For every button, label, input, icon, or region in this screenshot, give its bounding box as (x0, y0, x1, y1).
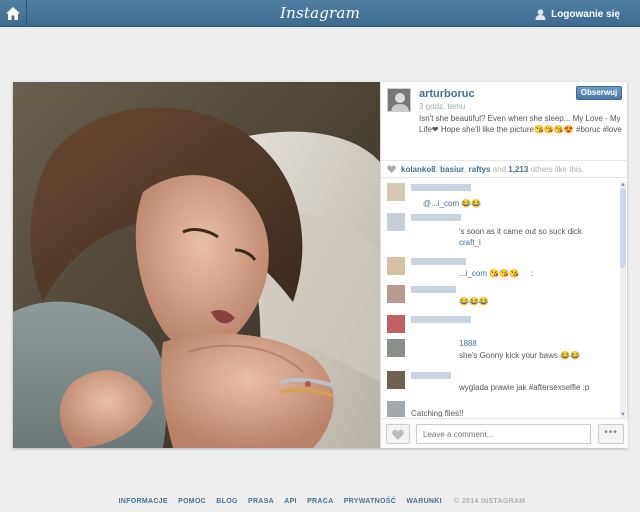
owner-username[interactable]: arturboruc (419, 88, 475, 100)
comment-text: 😂😂😂 (459, 297, 489, 306)
post-photo[interactable] (13, 82, 380, 448)
avatar[interactable] (387, 183, 405, 201)
like-user-3[interactable]: raftys (469, 165, 491, 174)
like-user-2[interactable]: basiur (440, 165, 464, 174)
like-user-1[interactable]: kolanko8 (401, 165, 436, 174)
avatar[interactable] (387, 315, 405, 333)
login-label: Logowanie się (551, 8, 620, 20)
post-timestamp: 3 godz. temu (419, 102, 466, 111)
comment-text[interactable]: ...i_com 😘😘😘 (459, 269, 519, 278)
avatar[interactable] (387, 257, 405, 275)
post-card: arturboruc Obserwuj 3 godz. temu Isn't s… (13, 82, 628, 448)
comments-scrollbar[interactable]: ▲ ▼ (620, 182, 626, 418)
blurred-username (411, 184, 471, 191)
comment-input[interactable] (416, 424, 591, 444)
likes-summary: kolanko8, basiur, raftys and 1,213 other… (381, 160, 628, 178)
avatar[interactable] (387, 285, 405, 303)
list-item: 1888 she's Gonny kick your baws 😂😂 (381, 337, 621, 367)
blurred-username (411, 316, 471, 323)
footer: INFORMACJE POMOC BLOG PRASA API PRACA PR… (0, 498, 640, 510)
footer-link-praca[interactable]: PRACA (307, 498, 333, 505)
post-caption: Isn't she beautiful? Even when she sleep… (419, 114, 622, 134)
avatar[interactable] (387, 371, 405, 389)
post-sidebar: arturboruc Obserwuj 3 godz. temu Isn't s… (380, 82, 628, 448)
comment-text: Catching flies!! (411, 409, 464, 417)
blurred-username (411, 258, 466, 265)
comment-bar: ••• (381, 418, 628, 448)
footer-link-pomoc[interactable]: POMOC (178, 498, 206, 505)
comment-text: wyglada prawie jak #aftersexselfie :p (459, 383, 590, 392)
comment-mention[interactable]: craft_i (459, 238, 481, 247)
like-suffix: others like this. (530, 165, 584, 174)
comment-list: @...i_com 😂😂 's soon as it came out so s… (381, 179, 621, 417)
scroll-thumb[interactable] (620, 188, 626, 268)
avatar[interactable] (387, 339, 405, 357)
owner-avatar[interactable] (387, 88, 411, 112)
comment-text[interactable]: @...i_com 😂😂 (423, 199, 481, 208)
list-item: 😂😂😂 (381, 283, 621, 313)
comment-text: 's soon as it came out so suck dick (459, 227, 582, 236)
avatar[interactable] (387, 401, 405, 417)
footer-link-api[interactable]: API (284, 498, 297, 505)
blurred-username (411, 214, 461, 221)
list-item: Catching flies!! (381, 399, 621, 417)
comment-text: she's Gonny kick your baws 😂😂 (459, 351, 581, 360)
comment-username[interactable]: 1888 (459, 339, 477, 348)
user-icon (535, 8, 546, 20)
blurred-username (411, 286, 456, 293)
footer-link-informacje[interactable]: INFORMACJE (119, 498, 168, 505)
footer-link-prywatnosc[interactable]: PRYWATNOŚĆ (344, 498, 396, 505)
footer-link-blog[interactable]: BLOG (216, 498, 237, 505)
avatar[interactable] (387, 213, 405, 231)
like-button[interactable] (386, 424, 410, 444)
list-item: 's soon as it came out so suck dick craf… (381, 211, 621, 247)
footer-link-prasa[interactable]: PRASA (248, 498, 274, 505)
heart-icon (392, 429, 404, 440)
comment-suffix: : (531, 269, 534, 278)
copyright: © 2014 INSTAGRAM (454, 498, 526, 505)
list-item: wyglada prawie jak #aftersexselfie :p (381, 369, 621, 399)
top-navigation-bar: Instagram Logowanie się (0, 0, 640, 27)
footer-link-warunki[interactable]: WARUNKI (406, 498, 442, 505)
more-options-button[interactable]: ••• (598, 424, 624, 444)
follow-button[interactable]: Obserwuj (576, 86, 622, 100)
like-conjunction: and (492, 165, 507, 174)
blurred-username (411, 372, 451, 379)
like-count[interactable]: 1,213 (508, 165, 528, 174)
login-link[interactable]: Logowanie się (535, 6, 620, 22)
list-item: ...i_com 😘😘😘 : (381, 255, 621, 285)
like-separator-1: , (435, 165, 438, 174)
list-item: @...i_com 😂😂 (381, 181, 621, 211)
heart-icon (387, 165, 396, 173)
photo-image (13, 82, 380, 448)
like-separator-2: , (464, 165, 467, 174)
